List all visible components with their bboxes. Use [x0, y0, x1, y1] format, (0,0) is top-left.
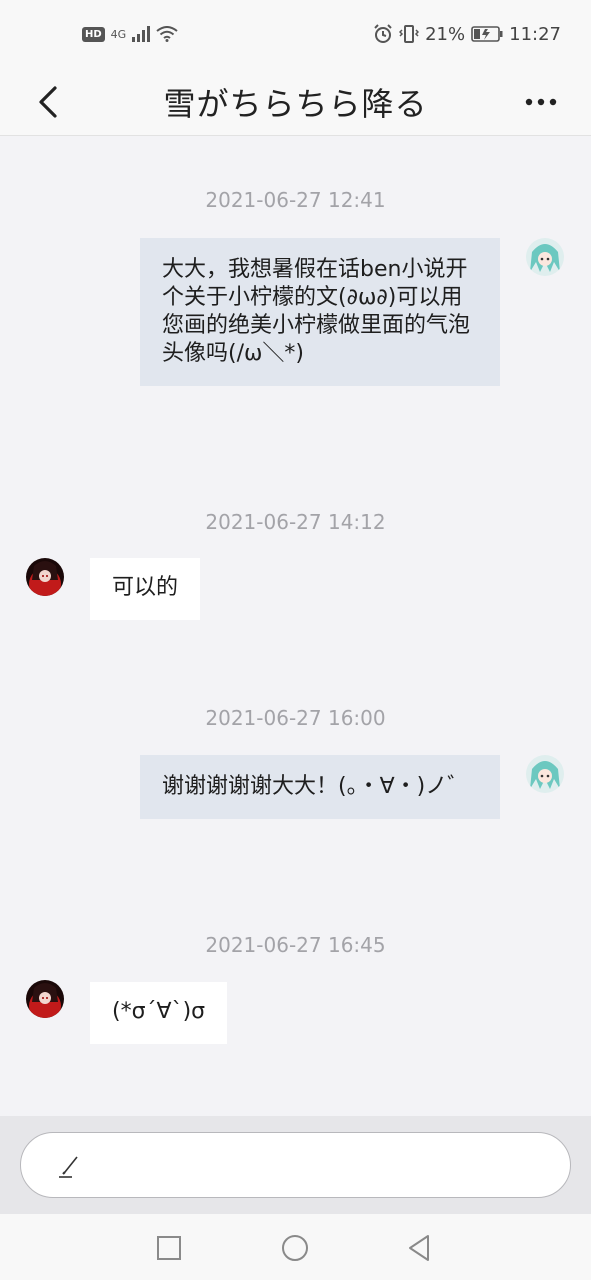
back-button[interactable]: [28, 78, 68, 126]
avatar-self[interactable]: [526, 755, 564, 793]
pen-icon: [59, 1156, 78, 1178]
message-timestamp: 2021-06-27 14:12: [205, 510, 386, 534]
message-list[interactable]: 2021-06-27 12:41 大大，我想暑假在话ben小说开个关于小柠檬的文…: [0, 136, 591, 1116]
nav-back-button[interactable]: [403, 1232, 435, 1264]
avatar-image: [526, 755, 564, 793]
home-button[interactable]: [279, 1232, 311, 1264]
vibrate-icon: [399, 25, 420, 43]
status-bar: HD 4G 21% 11:27: [0, 0, 591, 68]
more-dots-icon: [525, 98, 557, 106]
chat-header: 雪がちらちら降る: [0, 68, 591, 136]
message-timestamp: 2021-06-27 16:00: [205, 706, 386, 730]
message-bubble-incoming[interactable]: 可以的: [90, 558, 201, 620]
avatar-image: [26, 980, 64, 1018]
wifi-icon: [156, 26, 178, 42]
avatar-image: [26, 558, 64, 596]
signal-icon: [132, 26, 151, 42]
clock: 11:27: [509, 23, 561, 45]
triangle-left-icon: [409, 1235, 429, 1261]
hd-badge: HD: [82, 26, 105, 42]
message-bubble-outgoing[interactable]: 谢谢谢谢谢大大！(。・∀・)ノ゛: [140, 755, 500, 819]
battery-icon: [471, 26, 503, 42]
message-bubble-incoming[interactable]: (*σ´∀`)σ: [90, 982, 228, 1044]
status-left: HD 4G: [82, 26, 178, 42]
message-input[interactable]: [20, 1132, 571, 1198]
square-icon: [157, 1236, 181, 1260]
recent-apps-button[interactable]: [153, 1232, 185, 1264]
battery-percent: 21%: [425, 23, 466, 45]
avatar-contact[interactable]: [26, 980, 64, 1018]
chevron-left-icon: [39, 86, 57, 118]
more-button[interactable]: [521, 82, 561, 122]
system-nav-bar: [0, 1214, 591, 1280]
message-timestamp: 2021-06-27 16:45: [205, 933, 386, 957]
message-bubble-outgoing[interactable]: 大大，我想暑假在话ben小说开个关于小柠檬的文(∂ω∂)可以用您画的绝美小柠檬做…: [140, 238, 500, 386]
avatar-self[interactable]: [526, 238, 564, 276]
status-right: 21% 11:27: [373, 24, 561, 45]
chat-title: 雪がちらちら降る: [163, 85, 428, 123]
signal-label: 4G: [110, 27, 127, 41]
avatar-contact[interactable]: [26, 558, 64, 596]
alarm-icon: [374, 24, 392, 43]
compose-bar: [0, 1116, 591, 1214]
avatar-image: [526, 238, 564, 276]
message-timestamp: 2021-06-27 12:41: [205, 188, 386, 212]
circle-icon: [282, 1235, 308, 1261]
